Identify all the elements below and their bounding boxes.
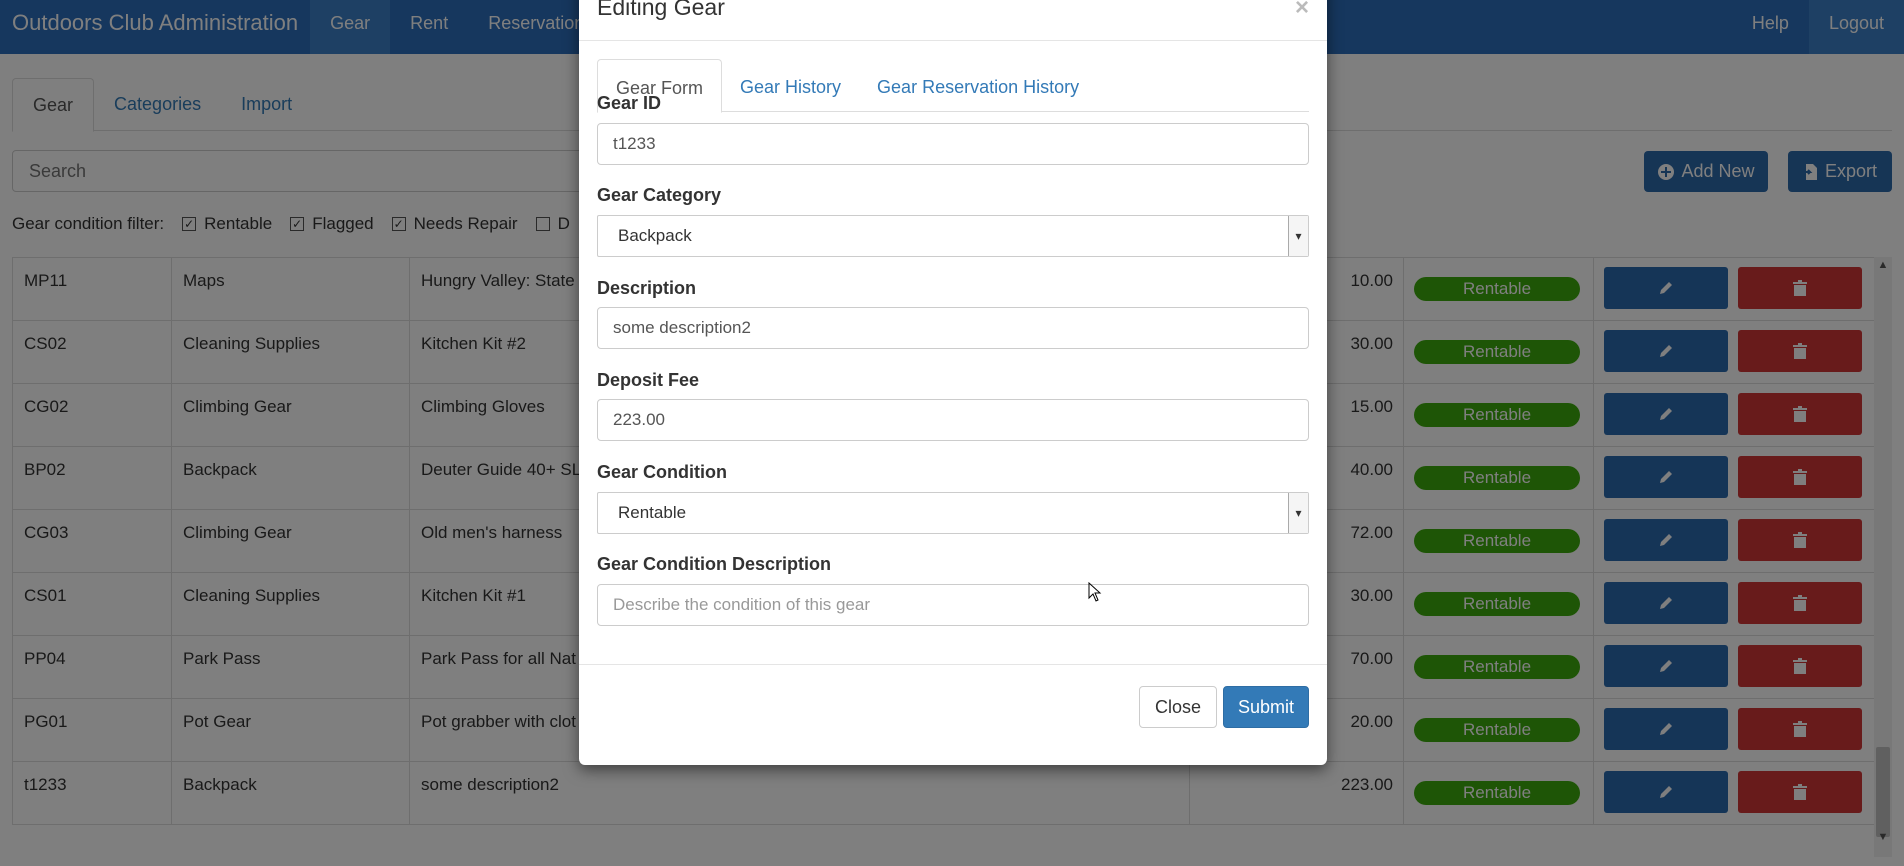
- description-field[interactable]: [597, 307, 1309, 349]
- modal-tabs: Gear Form Gear History Gear Reservation …: [597, 59, 1309, 113]
- deposit-fee-field[interactable]: [597, 399, 1309, 441]
- tab-gear-reservation-history[interactable]: Gear Reservation History: [859, 59, 1097, 112]
- gear-id-label: Gear ID: [597, 93, 662, 113]
- edit-gear-modal: Editing Gear × Gear Form Gear History Ge…: [579, 0, 1327, 765]
- modal-header: Editing Gear ×: [579, 0, 1327, 41]
- gear-id-field[interactable]: [597, 123, 1309, 165]
- modal-title: Editing Gear: [597, 0, 725, 20]
- modal-footer: Close Submit: [579, 664, 1327, 765]
- gear-condition-select[interactable]: Rentable ▾: [597, 492, 1309, 534]
- submit-button[interactable]: Submit: [1223, 686, 1309, 728]
- gear-category-label: Gear Category: [597, 185, 722, 205]
- gear-category-value: Backpack: [618, 226, 692, 245]
- tab-gear-history[interactable]: Gear History: [722, 59, 859, 112]
- close-button[interactable]: Close: [1139, 686, 1217, 728]
- close-icon[interactable]: ×: [1295, 0, 1309, 22]
- mouse-cursor-icon: [1088, 582, 1102, 602]
- deposit-fee-label: Deposit Fee: [597, 370, 700, 390]
- gear-category-select[interactable]: Backpack ▾: [597, 215, 1309, 257]
- gear-condition-label: Gear Condition: [597, 462, 727, 482]
- chevron-down-icon: ▾: [1288, 216, 1308, 256]
- chevron-down-icon: ▾: [1288, 493, 1308, 533]
- gear-condition-value: Rentable: [618, 503, 687, 522]
- condition-description-field[interactable]: [597, 584, 1309, 626]
- description-label: Description: [597, 278, 697, 298]
- condition-description-label: Gear Condition Description: [597, 554, 832, 574]
